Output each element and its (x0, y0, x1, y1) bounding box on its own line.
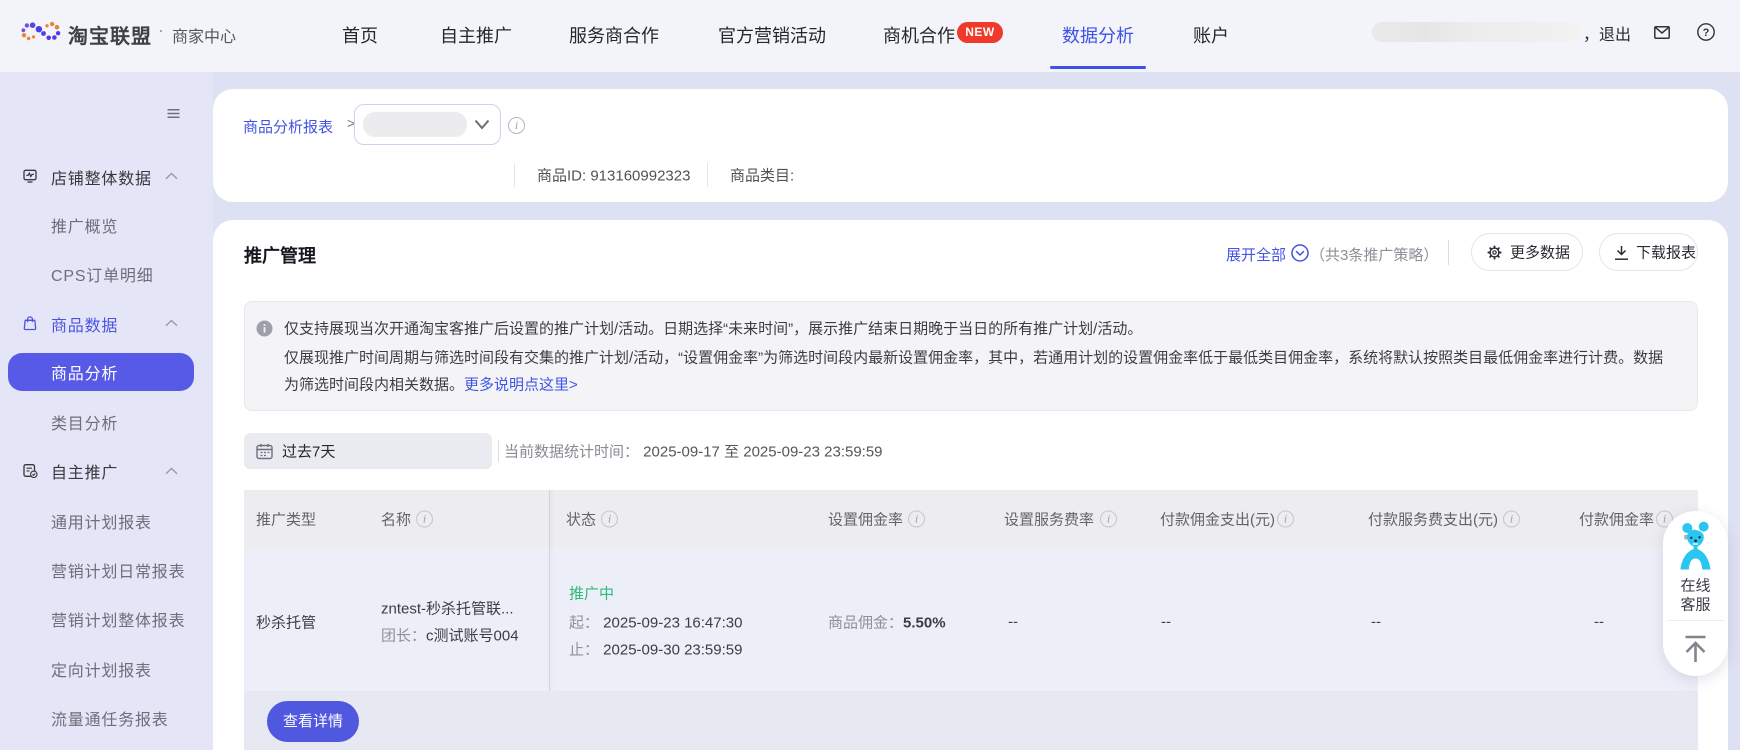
svg-text:?: ? (1703, 27, 1710, 39)
